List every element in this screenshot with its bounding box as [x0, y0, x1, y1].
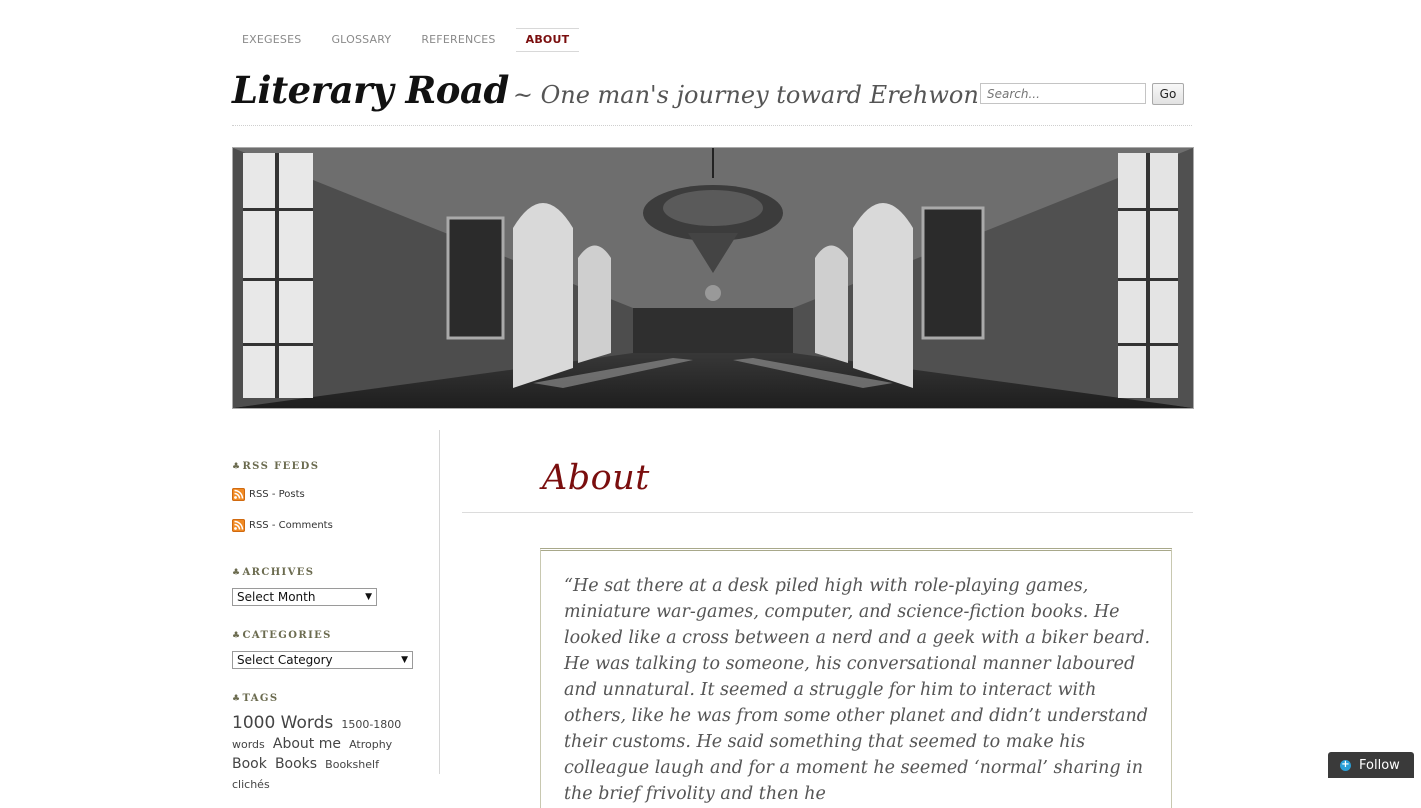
gallery-hall-illustration: [233, 148, 1193, 408]
rss-comments-label[interactable]: RSS - Comments: [249, 520, 333, 531]
site-name[interactable]: Literary Road: [232, 68, 509, 112]
dropdown-arrow-icon: ▼: [401, 655, 408, 665]
rss-widget-title: ♣RSS FEEDS: [232, 461, 319, 472]
nav-references[interactable]: REFERENCES: [411, 28, 505, 52]
club-icon: ♣: [232, 568, 242, 578]
sidebar-divider: [439, 430, 440, 774]
tags-title-text: TAGS: [242, 693, 279, 704]
categories-selected-value: Select Category: [237, 653, 333, 667]
tags-widget-title: ♣TAGS: [232, 693, 278, 704]
title-divider: [462, 512, 1193, 513]
header-banner-image: [232, 147, 1194, 409]
club-icon: ♣: [232, 631, 242, 641]
tag-link[interactable]: Atrophy: [349, 738, 392, 751]
tag-link[interactable]: Bookshelf: [325, 758, 379, 771]
quote-box: “He sat there at a desk piled high with …: [540, 548, 1172, 808]
tag-link[interactable]: clichés: [232, 778, 270, 791]
categories-select[interactable]: Select Category ▼: [232, 651, 413, 669]
rss-icon: [232, 488, 245, 501]
plus-icon: +: [1340, 759, 1351, 771]
top-nav: EXEGESES GLOSSARY REFERENCES ABOUT: [232, 28, 589, 52]
tag-link[interactable]: 1000 Words: [232, 713, 333, 733]
about-quote-text: “He sat there at a desk piled high with …: [564, 576, 1151, 804]
search-go-button[interactable]: Go: [1152, 83, 1184, 105]
categories-title-text: CATEGORIES: [242, 630, 332, 641]
nav-glossary[interactable]: GLOSSARY: [321, 28, 401, 52]
page-title: About: [542, 458, 650, 498]
follow-label[interactable]: Follow: [1359, 758, 1400, 773]
tag-link[interactable]: About me: [273, 736, 341, 752]
search-input[interactable]: [980, 83, 1146, 104]
rss-posts-label[interactable]: RSS - Posts: [249, 489, 305, 500]
archives-selected-value: Select Month: [237, 590, 316, 604]
header-divider: [232, 125, 1192, 126]
tag-link[interactable]: Books: [275, 756, 317, 772]
archives-title-text: ARCHIVES: [242, 567, 315, 578]
rss-title-text: RSS FEEDS: [242, 461, 320, 472]
club-icon: ♣: [232, 462, 242, 472]
tag-cloud: 1000 Words 1500-1800 words About me Atro…: [232, 714, 427, 794]
nav-exegeses[interactable]: EXEGESES: [232, 28, 311, 52]
tag-link[interactable]: Book: [232, 756, 267, 772]
archives-widget-title: ♣ARCHIVES: [232, 567, 314, 578]
nav-about[interactable]: ABOUT: [515, 28, 580, 52]
club-icon: ♣: [232, 694, 242, 704]
site-header: Literary Road ~ One man's journey toward …: [232, 68, 988, 112]
categories-widget-title: ♣CATEGORIES: [232, 630, 332, 641]
archives-select[interactable]: Select Month ▼: [232, 588, 377, 606]
follow-button[interactable]: + Follow: [1328, 752, 1414, 778]
site-tagline: ~ One man's journey toward Erehwon!: [512, 81, 989, 109]
rss-icon: [232, 519, 245, 532]
dropdown-arrow-icon: ▼: [365, 592, 372, 602]
rss-posts-link[interactable]: RSS - Posts: [232, 488, 305, 501]
rss-comments-link[interactable]: RSS - Comments: [232, 519, 333, 532]
